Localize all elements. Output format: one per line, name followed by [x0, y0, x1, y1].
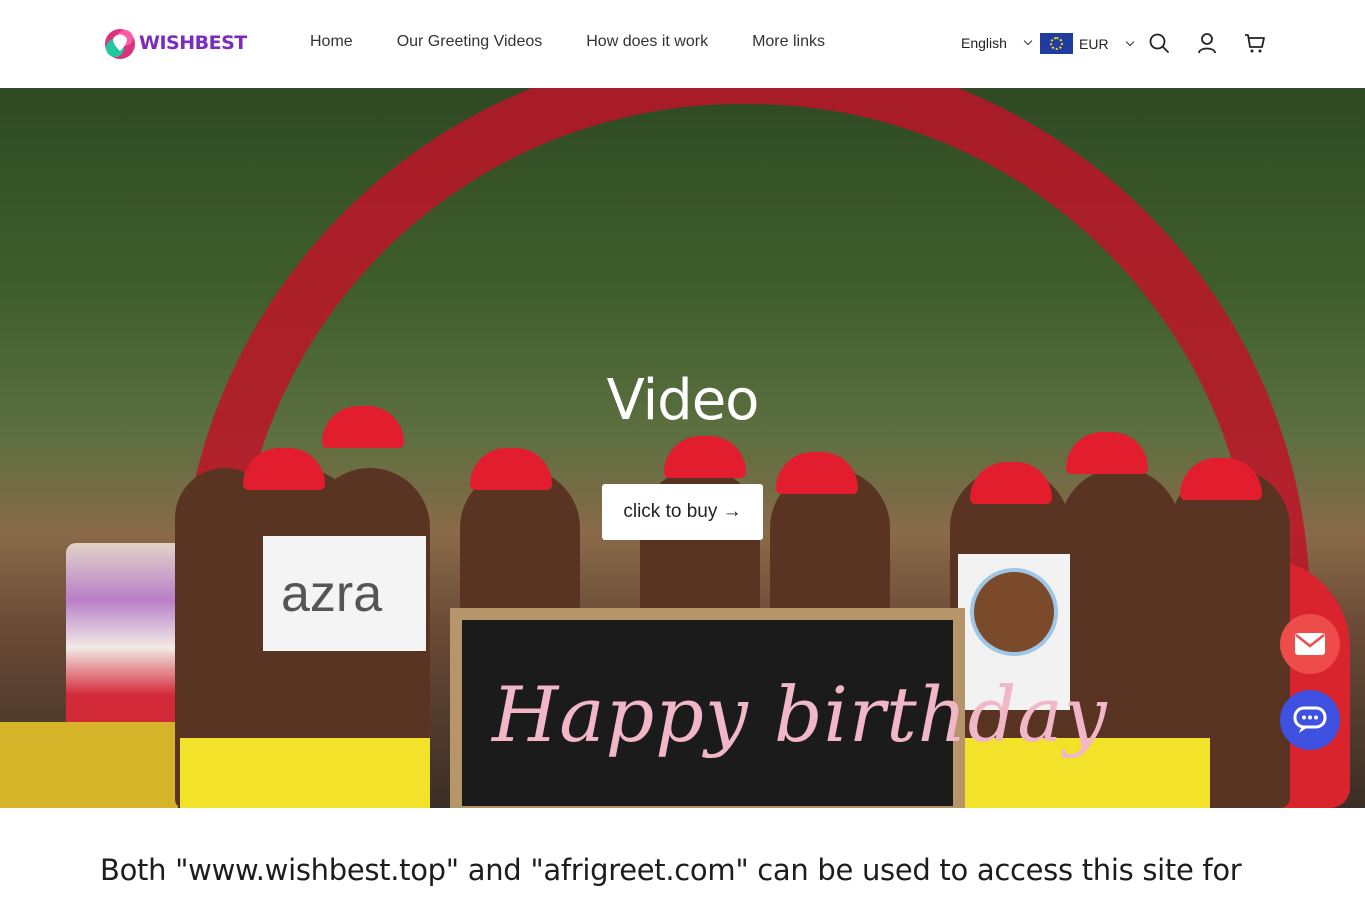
nav-home[interactable]: Home: [310, 33, 353, 51]
chalkboard: Happy birthday: [450, 608, 1107, 808]
chalkboard-text: Happy birthday: [492, 670, 1108, 759]
chat-icon: [1293, 706, 1327, 733]
search-icon[interactable]: [1148, 32, 1170, 54]
account-icon[interactable]: [1196, 32, 1218, 54]
nav-greeting-videos[interactable]: Our Greeting Videos: [397, 33, 543, 51]
language-label: English: [961, 35, 1007, 51]
click-to-buy-button[interactable]: click to buy →: [602, 484, 763, 540]
logo-icon: [105, 29, 135, 59]
currency-label: EUR: [1079, 35, 1109, 52]
nav-how-it-works[interactable]: How does it work: [586, 33, 708, 51]
yellow-shorts: [300, 738, 430, 808]
language-selector[interactable]: English: [961, 35, 1033, 51]
site-logo[interactable]: WISHBEST: [103, 25, 247, 61]
contact-mail-button[interactable]: [1280, 614, 1340, 674]
cart-icon[interactable]: [1244, 32, 1266, 54]
yellow-shorts: [180, 738, 310, 808]
logo-text: WISHBEST: [139, 32, 247, 54]
currency-selector[interactable]: EUR: [1040, 33, 1134, 54]
name-sign-text: azra: [281, 565, 383, 623]
crown-sign: [0, 722, 178, 808]
site-access-notice: Both "www.wishbest.top" and "afrigreet.c…: [100, 853, 1242, 887]
eu-flag-icon: [1040, 33, 1073, 54]
live-chat-button[interactable]: [1280, 690, 1340, 750]
chevron-down-icon: [1023, 36, 1033, 46]
mail-icon: [1295, 633, 1325, 655]
main-nav: Home Our Greeting Videos How does it wor…: [310, 33, 869, 51]
nav-more-links[interactable]: More links: [752, 33, 825, 51]
chevron-down-icon: [1125, 37, 1134, 46]
profile-photo: [970, 568, 1058, 656]
name-sign: azra: [263, 536, 426, 651]
hero-banner: azra Happy birthday Video click to buy →: [0, 88, 1365, 808]
hero-title: Video: [606, 368, 760, 433]
site-header: WISHBEST Home Our Greeting Videos How do…: [0, 0, 1365, 88]
